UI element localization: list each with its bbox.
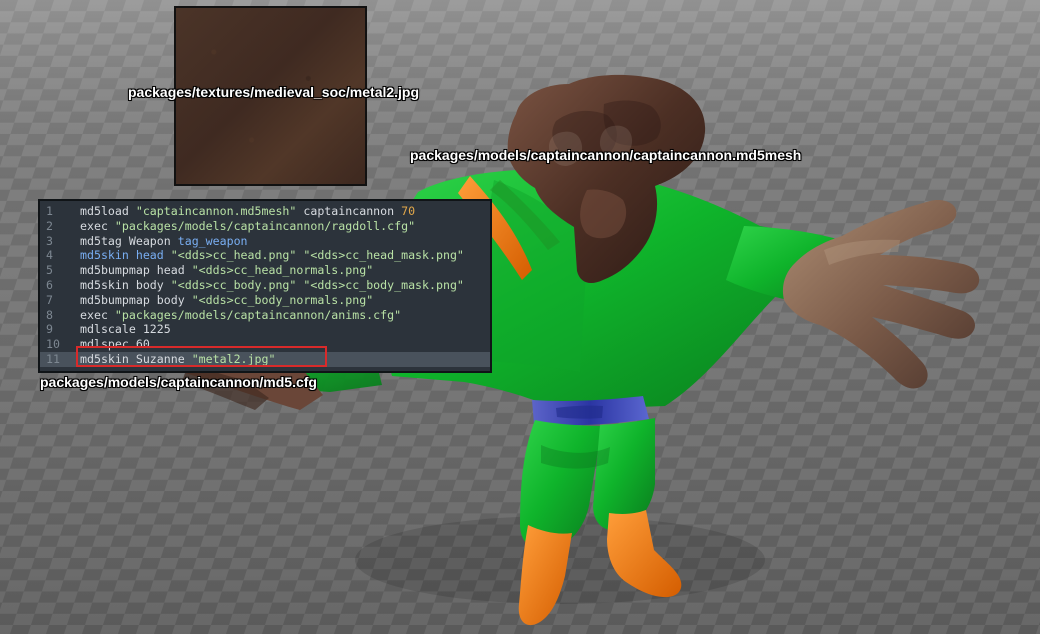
code-text: mdlspec 60 [80,337,486,352]
code-line: 5 md5bumpmap head "<dds>cc_head_normals.p… [40,263,490,278]
code-segment: md5bumpmap body [80,292,192,307]
code-text: mdlscale 1225 [80,322,486,337]
code-segment: "<dds>cc_head_normals.png" [191,263,374,278]
code-segment: mdlscale 1225 [80,322,171,337]
code-line: 8 exec "packages/models/captaincannon/ani… [40,308,490,323]
code-line: 11 md5skin Suzanne "metal2.jpg" [40,351,490,367]
code-segment: "<dds>cc_head.png" [170,248,297,263]
game-scene: packages/textures/medieval_soc/metal2.jp… [0,0,1040,634]
code-text: md5skin head "<dds>cc_head.png" "<dds>cc… [80,248,486,263]
line-number: 9 [46,322,53,337]
code-segment: md5skin head [80,248,171,263]
code-segment: md5skin body [80,277,171,292]
line-number: 2 [46,218,53,233]
line-number: 5 [46,263,53,278]
line-number: 3 [46,233,53,248]
code-segment: mdlspec 60 [80,337,150,352]
line-number: 1 [46,204,53,218]
code-segment: md5skin Suzanne [80,351,192,366]
line-number: 10 [46,337,60,352]
code-text: md5load "captaincannon.md5mesh" captainc… [80,204,486,219]
code-line: 3 md5tag Weapon tag_weapon [40,234,490,249]
line-number: 7 [46,292,53,307]
code-text: md5skin body "<dds>cc_body.png" "<dds>cc… [80,278,486,293]
texture-path-label: packages/textures/medieval_soc/metal2.jp… [128,84,420,100]
code-text: md5bumpmap body "<dds>cc_body_normals.pn… [80,293,486,308]
code-segment: "<dds>cc_body_normals.png" [191,292,374,307]
code-text: md5bumpmap head "<dds>cc_head_normals.pn… [80,263,486,278]
config-path-label: packages/models/captaincannon/md5.cfg [40,374,317,390]
code-segment: md5load [80,204,136,218]
code-line: 10 mdlspec 60 [40,337,490,352]
code-segment: "metal2.jpg" [191,351,276,366]
mesh-path-label: packages/models/captaincannon/captaincan… [410,147,802,163]
code-text: exec "packages/models/captaincannon/ragd… [80,219,486,234]
code-segment: "packages/models/captaincannon/anims.cfg… [114,307,402,322]
code-segment: 70 [401,204,416,218]
line-number: 6 [46,277,53,292]
code-line: 9 mdlscale 1225 [40,322,490,337]
code-segment: md5bumpmap head [80,263,192,278]
code-segment: "<dds>cc_body.png" [170,277,297,292]
code-segment: tag_weapon [177,233,248,248]
code-lines: 1 md5load "captaincannon.md5mesh" captain… [40,204,490,367]
code-segment: md5tag Weapon [80,233,178,248]
code-segment: "packages/models/captaincannon/ragdoll.c… [114,218,416,233]
line-number: 4 [46,248,53,263]
line-number: 8 [46,307,53,322]
config-editor-panel: 1 md5load "captaincannon.md5mesh" captain… [38,199,492,373]
code-segment: "captaincannon.md5mesh" [135,204,297,218]
code-segment: exec [80,218,115,233]
code-line: 1 md5load "captaincannon.md5mesh" captain… [40,204,490,219]
code-text: md5tag Weapon tag_weapon [80,234,486,249]
code-segment: exec [80,307,115,322]
code-line: 6 md5skin body "<dds>cc_body.png" "<dds>c… [40,278,490,293]
code-segment: "<dds>cc_body_mask.png" [303,277,464,292]
code-line: 4 md5skin head "<dds>cc_head.png" "<dds>c… [40,248,490,263]
code-line: 7 md5bumpmap body "<dds>cc_body_normals.p… [40,293,490,308]
code-segment: "<dds>cc_head_mask.png" [303,248,464,263]
code-line: 2 exec "packages/models/captaincannon/rag… [40,219,490,234]
line-number: 11 [46,351,60,366]
code-text: exec "packages/models/captaincannon/anim… [80,308,486,323]
code-segment: captaincannon [296,204,402,218]
code-text: md5skin Suzanne "metal2.jpg" [80,352,486,367]
